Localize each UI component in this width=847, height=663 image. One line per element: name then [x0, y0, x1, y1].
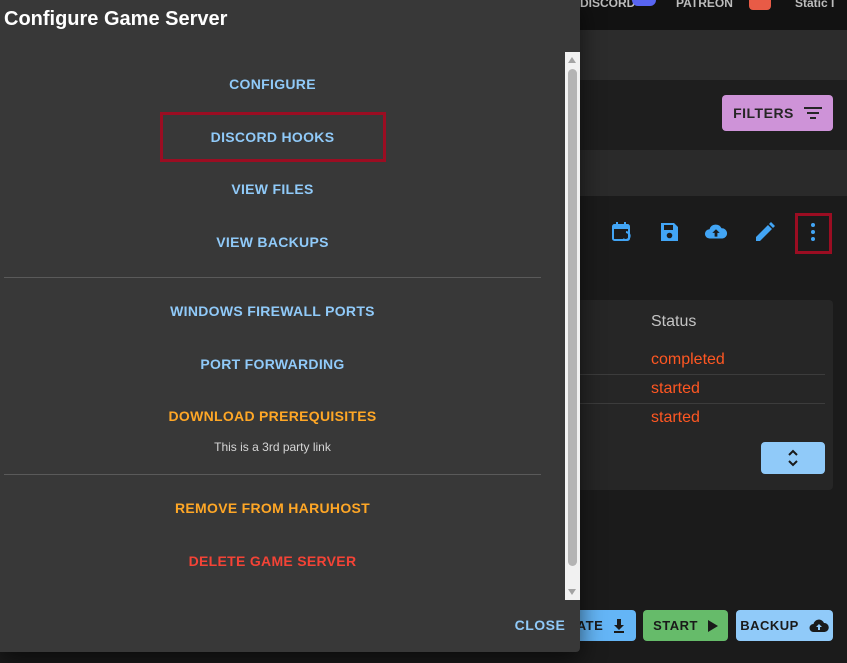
status-cell: completed: [651, 351, 725, 368]
download-prerequisites-link[interactable]: DOWNLOAD PREREQUISITES: [0, 408, 545, 424]
cloud-upload-icon: [809, 619, 829, 632]
tasks-table: Status completed started started: [580, 300, 833, 490]
remove-from-haruhost-button[interactable]: REMOVE FROM HARUHOST: [0, 500, 545, 516]
status-cell: started: [651, 409, 700, 426]
discord-link-label[interactable]: DISCORD: [580, 0, 635, 10]
dialog-title: Configure Game Server: [4, 8, 228, 30]
dialog-scrollbar[interactable]: [565, 52, 580, 600]
status-cell: started: [651, 380, 700, 397]
start-button[interactable]: START: [643, 610, 728, 641]
divider: [4, 277, 541, 278]
unfold-icon: [788, 449, 798, 467]
download-icon: [614, 618, 625, 633]
third-party-note: This is a 3rd party link: [214, 440, 331, 454]
filter-icon: [803, 107, 822, 119]
save-icon[interactable]: [657, 220, 681, 244]
user-status-label: Static I: [795, 0, 835, 10]
divider: [4, 474, 541, 475]
cloud-upload-icon[interactable]: [704, 220, 728, 244]
close-button[interactable]: CLOSE: [508, 612, 572, 638]
app-root: DISCORD PATREON Static I FILTERS Status …: [0, 0, 847, 663]
status-column-header: Status: [651, 313, 697, 330]
patreon-icon[interactable]: [749, 0, 771, 10]
filters-button-label: FILTERS: [733, 105, 794, 121]
table-row: completed: [580, 346, 825, 375]
calendar-refresh-icon[interactable]: [610, 220, 634, 244]
expand-button[interactable]: [761, 442, 825, 474]
view-backups-button[interactable]: VIEW BACKUPS: [0, 234, 545, 250]
pencil-icon[interactable]: [753, 220, 777, 244]
more-vertical-icon[interactable]: [801, 220, 825, 244]
filters-button[interactable]: FILTERS: [722, 95, 833, 131]
table-row: started: [580, 404, 825, 433]
configure-button[interactable]: CONFIGURE: [0, 76, 545, 92]
view-files-button[interactable]: VIEW FILES: [0, 181, 545, 197]
port-forwarding-button[interactable]: PORT FORWARDING: [0, 356, 545, 372]
table-row: started: [580, 375, 825, 404]
backup-button[interactable]: BACKUP: [736, 610, 833, 641]
background-header-strip: [580, 30, 847, 80]
scroll-down-arrow-icon[interactable]: [568, 589, 576, 595]
background-table-header-strip: [580, 150, 847, 196]
patreon-link-label[interactable]: PATREON: [676, 0, 733, 10]
windows-firewall-ports-button[interactable]: WINDOWS FIREWALL PORTS: [0, 303, 545, 319]
delete-game-server-button[interactable]: DELETE GAME SERVER: [0, 553, 545, 569]
discord-icon[interactable]: [632, 0, 656, 6]
play-icon: [707, 619, 718, 632]
scroll-up-arrow-icon[interactable]: [568, 57, 576, 63]
update-button-label: ATE: [576, 618, 604, 633]
dialog-content: CONFIGURE DISCORD HOOKS VIEW FILES VIEW …: [0, 52, 580, 600]
discord-hooks-button[interactable]: DISCORD HOOKS: [0, 129, 545, 145]
scrollbar-thumb[interactable]: [568, 69, 577, 566]
configure-game-server-dialog: Configure Game Server CONFIGURE DISCORD …: [0, 0, 580, 652]
backup-button-label: BACKUP: [740, 618, 799, 633]
start-button-label: START: [653, 618, 698, 633]
